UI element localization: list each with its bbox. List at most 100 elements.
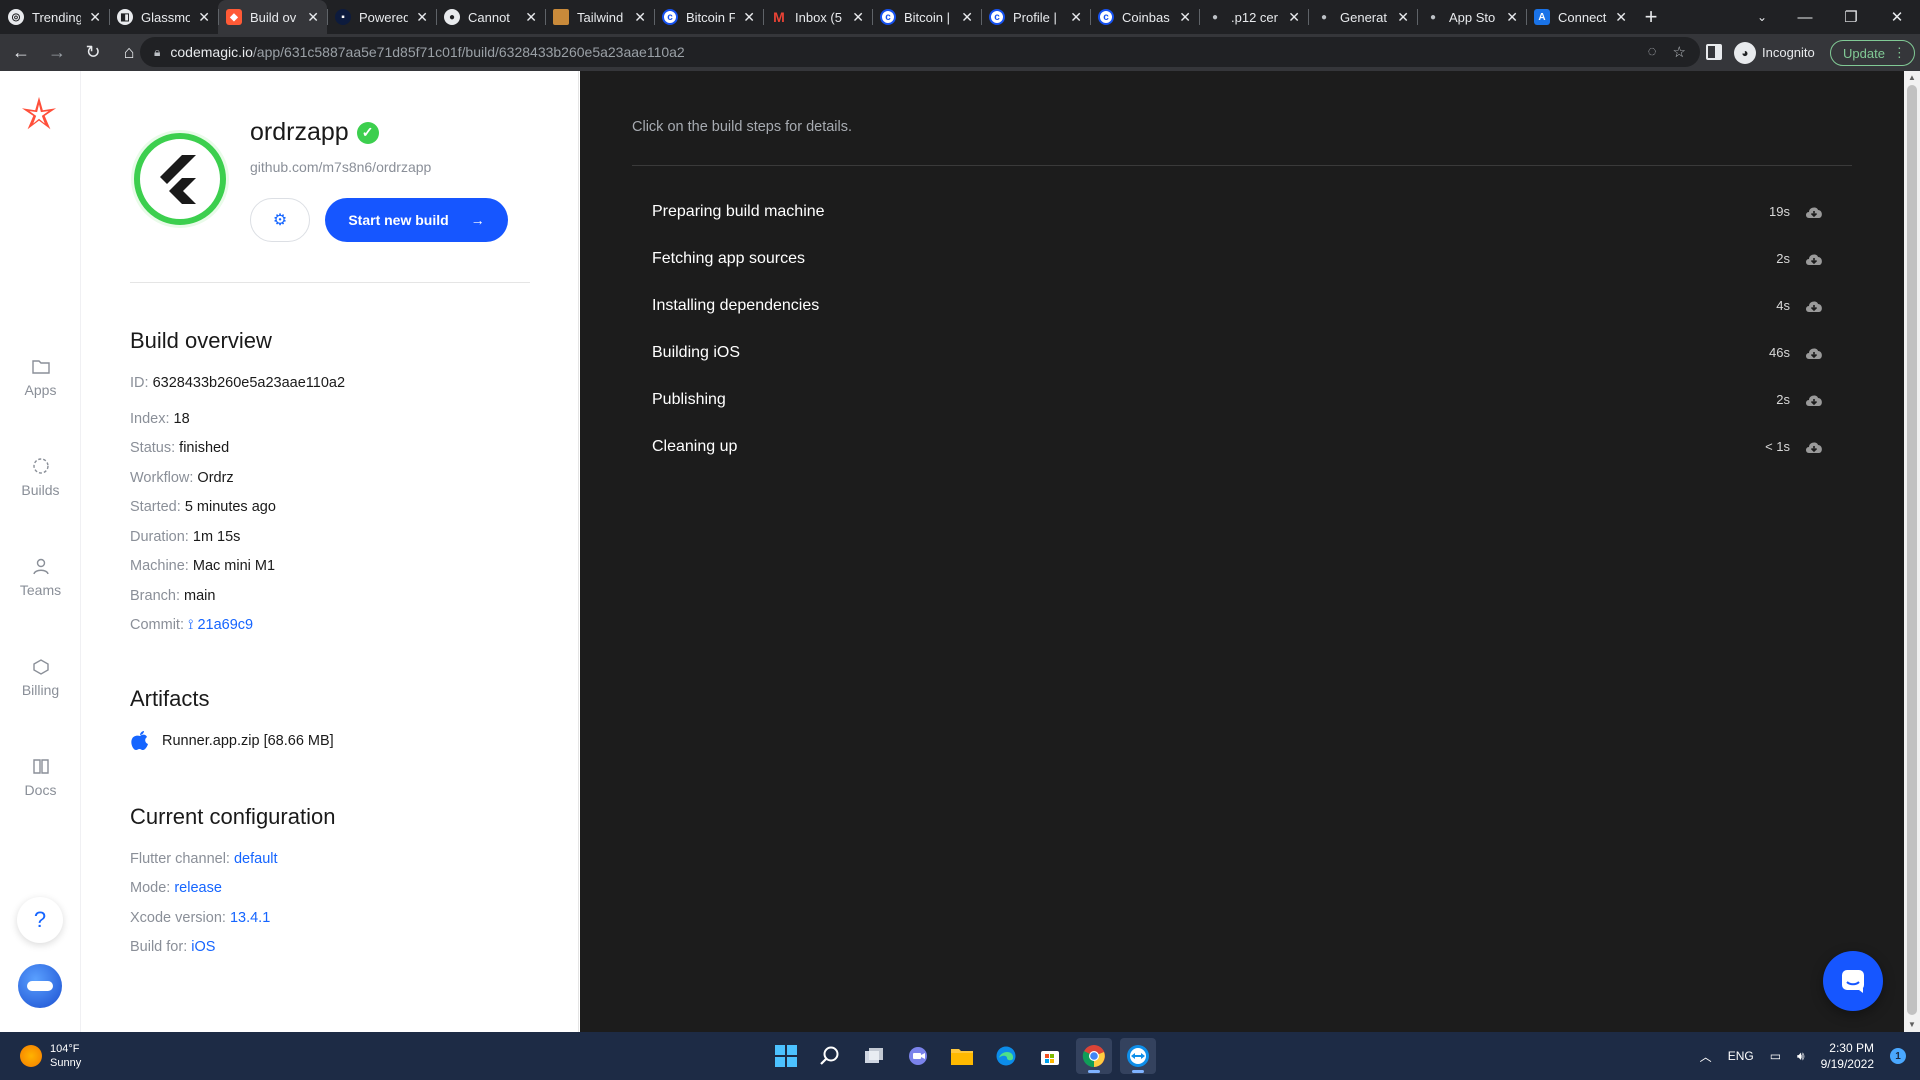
- close-tab-icon[interactable]: ✕: [1615, 9, 1627, 26]
- close-tab-icon[interactable]: ✕: [852, 9, 864, 26]
- browser-tab-active[interactable]: ◆ Build ov ✕: [218, 0, 327, 34]
- cloud-download-icon[interactable]: [1804, 251, 1824, 267]
- browser-tab[interactable]: A Connect ✕: [1526, 0, 1635, 34]
- build-steps-panel: Click on the build steps for details. Pr…: [580, 71, 1904, 1032]
- volume-icon[interactable]: 🔊︎: [1797, 1049, 1805, 1064]
- browser-tab[interactable]: ● App Sto ✕: [1417, 0, 1526, 34]
- notification-badge[interactable]: 1: [1890, 1048, 1906, 1064]
- cloud-download-icon[interactable]: [1804, 392, 1824, 408]
- nav-item-billing[interactable]: Billing: [0, 656, 81, 698]
- search-icon[interactable]: [812, 1038, 848, 1074]
- build-duration: Duration: 1m 15s: [130, 529, 241, 545]
- scroll-down-arrow-icon[interactable]: ▼: [1904, 1018, 1920, 1032]
- nav-item-docs[interactable]: Docs: [0, 756, 81, 798]
- build-step[interactable]: Publishing 2s: [632, 376, 1836, 423]
- browser-tab[interactable]: c Bitcoin F ✕: [654, 0, 763, 34]
- edge-browser-icon[interactable]: [988, 1038, 1024, 1074]
- teams-chat-icon[interactable]: [900, 1038, 936, 1074]
- chrome-icon[interactable]: [1076, 1038, 1112, 1074]
- artifact-download-link[interactable]: Runner.app.zip [68.66 MB]: [130, 730, 334, 752]
- cloud-download-icon[interactable]: [1804, 345, 1824, 361]
- cloud-download-icon[interactable]: [1804, 204, 1824, 220]
- browser-tab[interactable]: ▪ Powered ✕: [327, 0, 436, 34]
- close-tab-icon[interactable]: ✕: [634, 9, 646, 26]
- browser-tab-strip: ◎ Trending ✕ ◧ Glassmo ✕ ◆ Build ov ✕ ▪ Powered…: [0, 0, 1920, 34]
- app-settings-button[interactable]: ⚙: [250, 198, 310, 242]
- nav-item-builds[interactable]: Builds: [0, 456, 81, 498]
- scroll-up-arrow-icon[interactable]: ▲: [1904, 71, 1920, 85]
- browser-tab[interactable]: Tailwind ✕: [545, 0, 654, 34]
- chat-launcher-button[interactable]: [1823, 951, 1883, 1011]
- lock-icon[interactable]: 🔒︎: [154, 45, 160, 60]
- assistant-bot-icon[interactable]: [18, 964, 62, 1008]
- close-tab-icon[interactable]: ✕: [525, 9, 537, 26]
- browser-tab[interactable]: ● .p12 cer ✕: [1199, 0, 1308, 34]
- close-tab-icon[interactable]: ✕: [743, 9, 755, 26]
- build-step[interactable]: Building iOS 46s: [632, 329, 1836, 376]
- page-scrollbar[interactable]: ▲ ▼: [1904, 71, 1920, 1032]
- back-button[interactable]: ←: [6, 38, 36, 68]
- browser-tab[interactable]: ◧ Glassmo ✕: [109, 0, 218, 34]
- new-tab-button[interactable]: +: [1635, 0, 1667, 34]
- close-tab-icon[interactable]: ✕: [1070, 9, 1082, 26]
- browser-toolbar: ← → ↻ ⌂ 🔒︎ codemagic.io/app/631c5887aa5e…: [0, 34, 1920, 71]
- network-icon[interactable]: ▭: [1770, 1049, 1781, 1063]
- browser-tab[interactable]: c Bitcoin | ✕: [872, 0, 981, 34]
- build-step[interactable]: Preparing build machine 19s: [632, 188, 1836, 235]
- browser-tab[interactable]: c Profile | ✕: [981, 0, 1090, 34]
- chevron-up-icon[interactable]: ︿: [1700, 1048, 1712, 1065]
- close-tab-icon[interactable]: ✕: [307, 9, 319, 26]
- bookmark-star-icon[interactable]: ☆: [1673, 43, 1686, 61]
- scrollbar-thumb[interactable]: [1907, 85, 1917, 1015]
- eye-off-icon[interactable]: ◌: [1648, 43, 1657, 61]
- weather-widget[interactable]: 104°F Sunny: [20, 1042, 81, 1070]
- apple-icon: [131, 731, 148, 750]
- reload-button[interactable]: ↻: [78, 38, 108, 68]
- build-step[interactable]: Cleaning up < 1s: [632, 423, 1836, 470]
- browser-tab[interactable]: ● Cannot ✕: [436, 0, 545, 34]
- commit-link[interactable]: 21a69c9: [197, 617, 253, 633]
- help-button[interactable]: ?: [17, 897, 63, 943]
- file-explorer-icon[interactable]: [944, 1038, 980, 1074]
- side-panel-icon[interactable]: [1706, 44, 1722, 60]
- close-tab-icon[interactable]: ✕: [1506, 9, 1518, 26]
- cloud-download-icon[interactable]: [1804, 439, 1824, 455]
- close-tab-icon[interactable]: ✕: [89, 9, 101, 26]
- build-step[interactable]: Installing dependencies 4s: [632, 282, 1836, 329]
- close-tab-icon[interactable]: ✕: [416, 9, 428, 26]
- close-tab-icon[interactable]: ✕: [1288, 9, 1300, 26]
- browser-tab[interactable]: c Coinbas ✕: [1090, 0, 1199, 34]
- close-tab-icon[interactable]: ✕: [1397, 9, 1409, 26]
- close-tab-icon[interactable]: ✕: [1179, 9, 1191, 26]
- tab-search-button[interactable]: ⌄: [1744, 0, 1780, 34]
- close-window-button[interactable]: ✕: [1874, 0, 1920, 34]
- browser-tab[interactable]: M Inbox (5 ✕: [763, 0, 872, 34]
- browser-tab[interactable]: ◎ Trending ✕: [0, 0, 109, 34]
- minimize-button[interactable]: —: [1782, 0, 1828, 34]
- windows-taskbar: 104°F Sunny ︿ ENG ▭ 🔊︎ 2:30 PM 9/19/2022…: [0, 1032, 1920, 1080]
- browser-tab[interactable]: ● Generat ✕: [1308, 0, 1417, 34]
- teamviewer-icon[interactable]: [1120, 1038, 1156, 1074]
- codemagic-icon: ◆: [226, 9, 242, 25]
- codemagic-logo-icon[interactable]: [20, 95, 58, 133]
- windows-start-icon[interactable]: [768, 1038, 804, 1074]
- incognito-profile[interactable]: ◕ Incognito: [1734, 38, 1815, 67]
- update-button[interactable]: Update ⋮: [1830, 40, 1915, 66]
- clock[interactable]: 2:30 PM 9/19/2022: [1821, 1040, 1874, 1072]
- close-tab-icon[interactable]: ✕: [198, 9, 210, 26]
- nav-item-teams[interactable]: Teams: [0, 556, 81, 598]
- restore-button[interactable]: ❐: [1828, 0, 1874, 34]
- forward-button[interactable]: →: [42, 38, 72, 68]
- nav-item-apps[interactable]: Apps: [0, 356, 81, 398]
- config-xcode-version: Xcode version: 13.4.1: [130, 910, 271, 926]
- microsoft-store-icon[interactable]: [1032, 1038, 1068, 1074]
- task-view-icon[interactable]: [856, 1038, 892, 1074]
- language-indicator[interactable]: ENG: [1728, 1049, 1754, 1063]
- builds-icon: [32, 458, 49, 474]
- close-tab-icon[interactable]: ✕: [961, 9, 973, 26]
- address-bar[interactable]: 🔒︎ codemagic.io/app/631c5887aa5e71d85f71…: [140, 37, 1700, 67]
- repo-link[interactable]: github.com/m7s8n6/ordrzapp: [250, 159, 431, 175]
- cloud-download-icon[interactable]: [1804, 298, 1824, 314]
- start-new-build-button[interactable]: Start new build →: [325, 198, 508, 242]
- build-step[interactable]: Fetching app sources 2s: [632, 235, 1836, 282]
